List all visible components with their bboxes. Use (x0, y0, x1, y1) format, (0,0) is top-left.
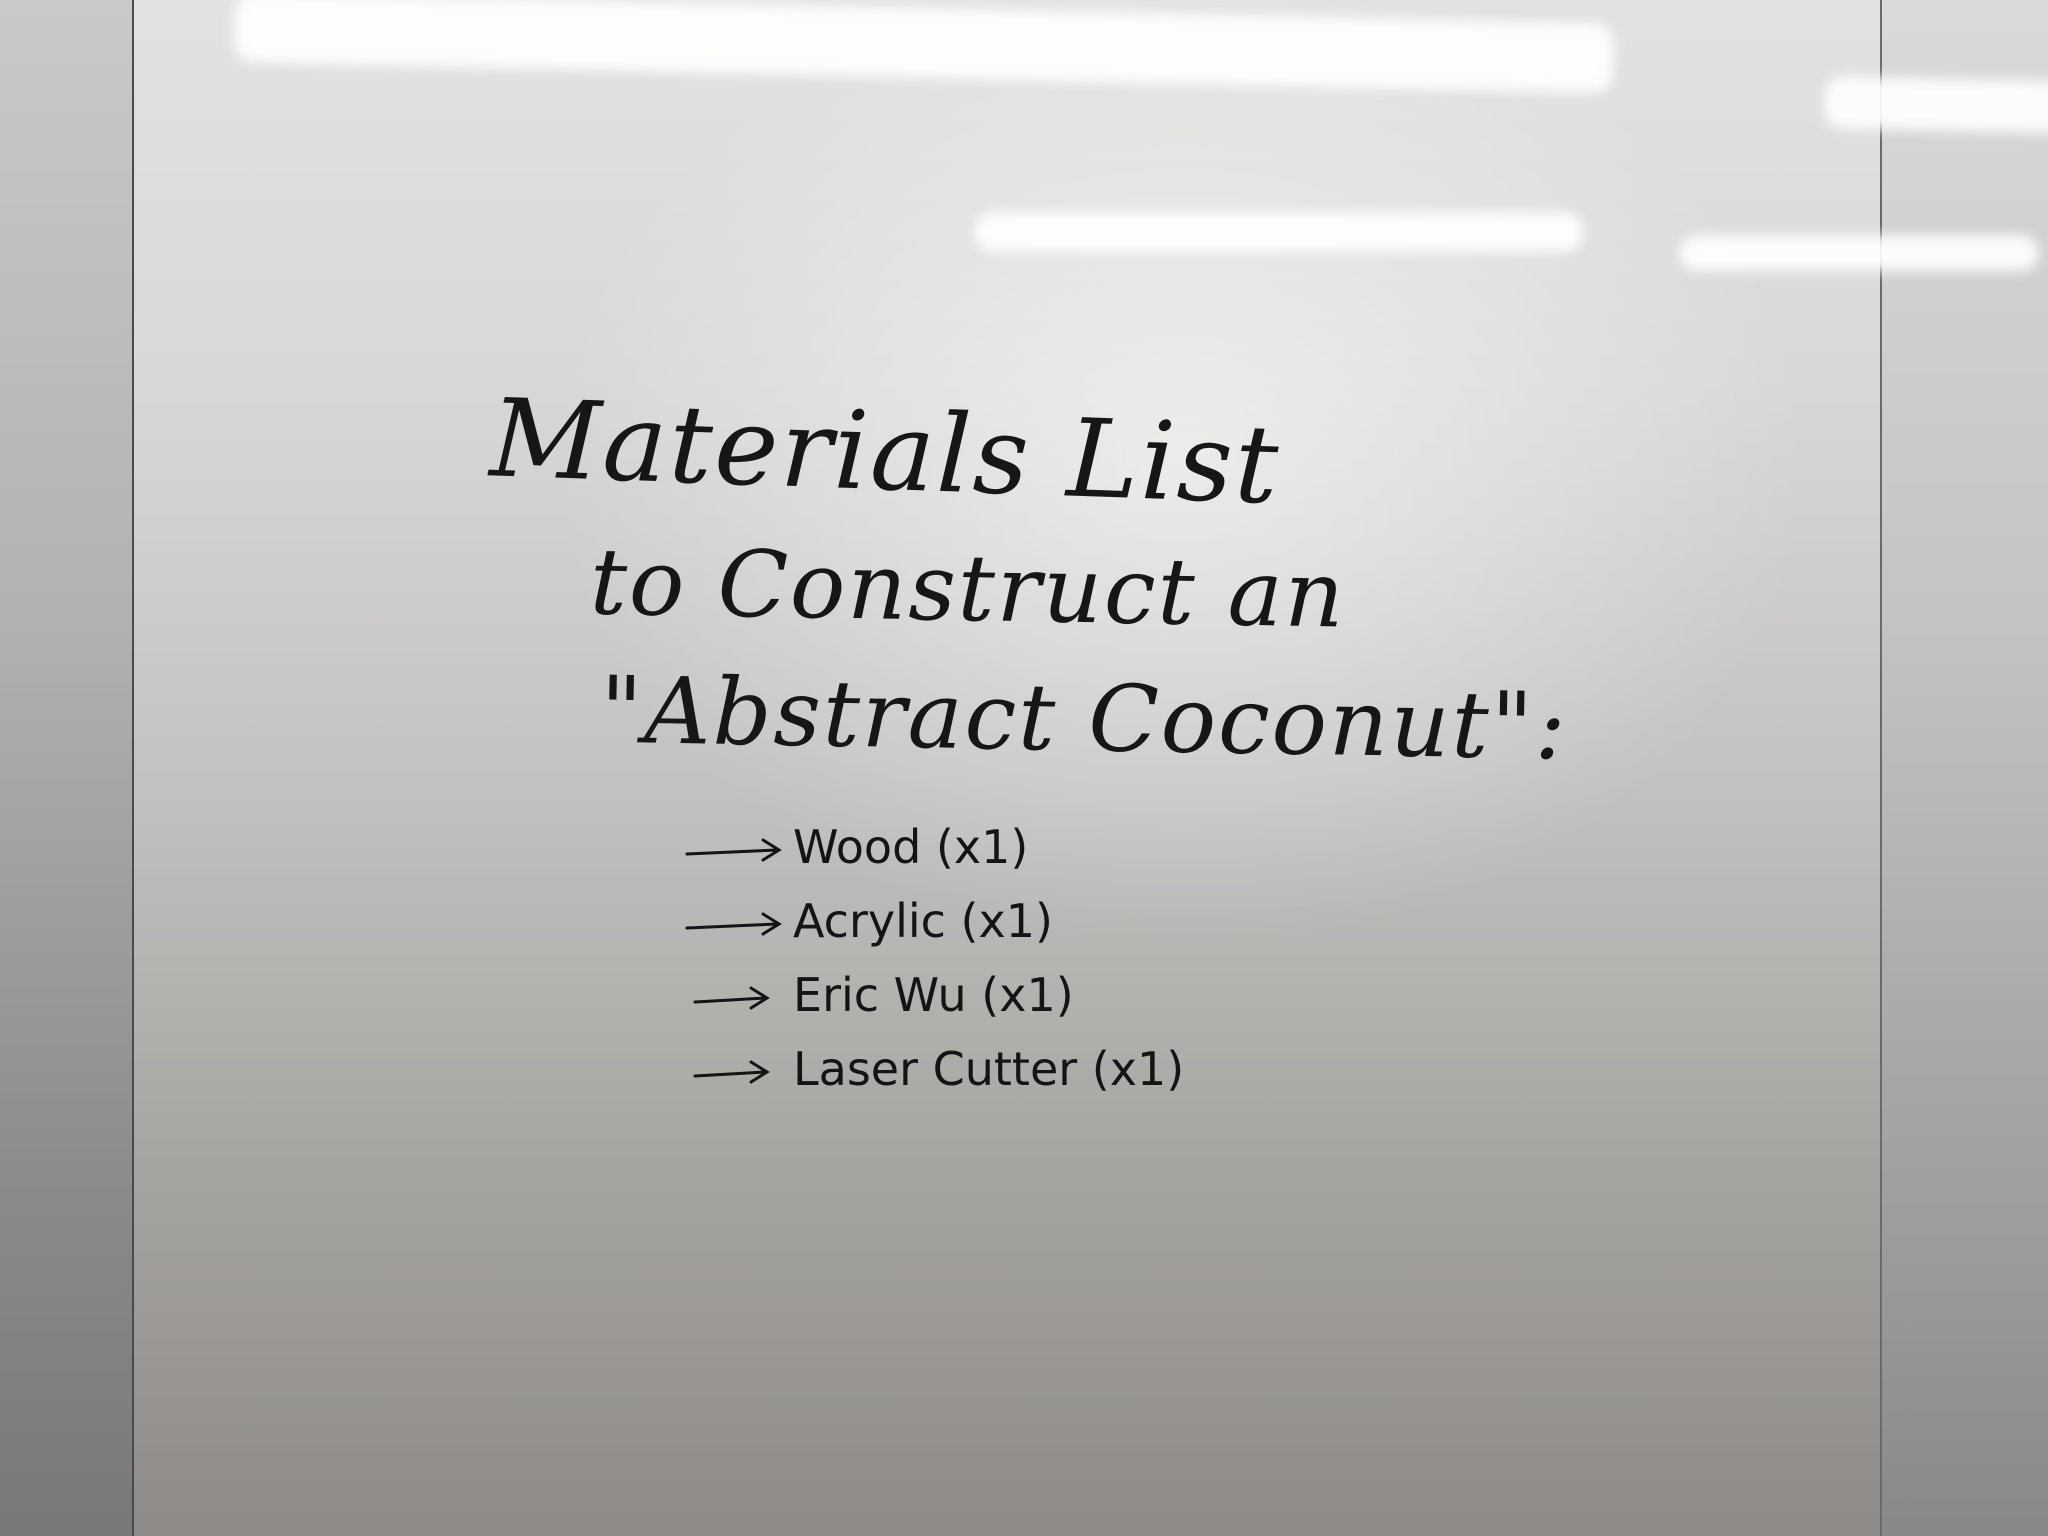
material-label: Laser Cutter (x1) (793, 1042, 1185, 1096)
list-item: Laser Cutter (x1) (685, 1032, 1184, 1106)
arrow-right-icon (685, 958, 785, 1032)
list-item: Acrylic (x1) (685, 884, 1184, 958)
light-reflection (233, 0, 1615, 94)
list-item: Eric Wu (x1) (685, 958, 1184, 1032)
title-line-2: to Construct an (589, 528, 1347, 649)
wall-left (0, 0, 135, 1536)
light-reflection (1679, 235, 2039, 271)
light-reflection (974, 212, 1584, 252)
whiteboard-photo: Materials List to Construct an "Abstract… (0, 0, 2048, 1536)
title-line-3: "Abstract Coconut": (599, 656, 1569, 781)
wall-right (1880, 0, 2048, 1536)
material-label: Acrylic (x1) (793, 894, 1053, 948)
list-item: Wood (x1) (685, 810, 1184, 884)
arrow-right-icon (685, 810, 785, 884)
arrow-right-icon (685, 884, 785, 958)
arrow-right-icon (685, 1032, 785, 1106)
material-label: Wood (x1) (793, 820, 1029, 874)
materials-list: Wood (x1) Acrylic (x1) Eric Wu (x1) Lase… (685, 810, 1184, 1106)
material-label: Eric Wu (x1) (793, 968, 1074, 1022)
light-reflection (1823, 76, 2048, 136)
